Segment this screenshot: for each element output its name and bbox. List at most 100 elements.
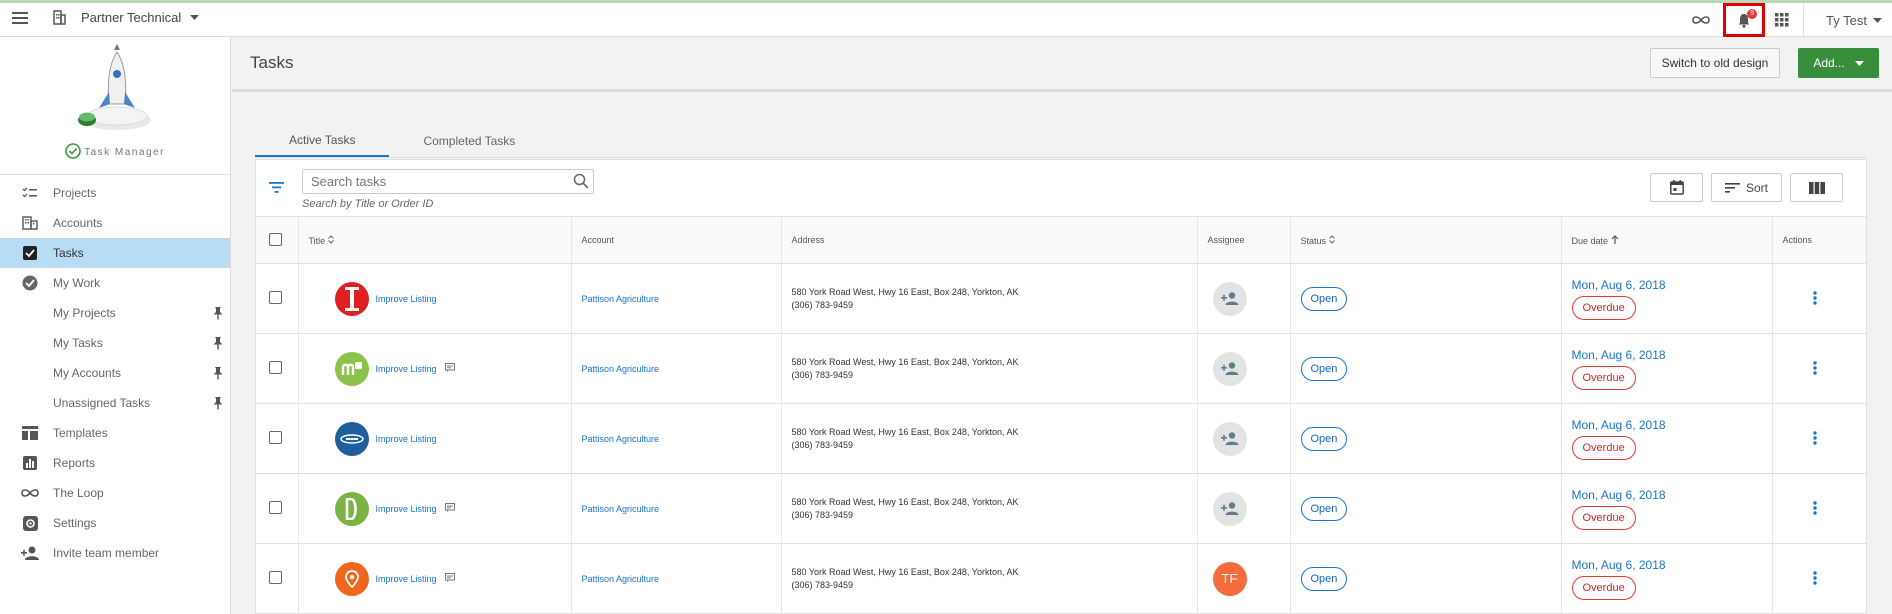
org-name[interactable]: Partner Technical bbox=[81, 10, 181, 25]
address-cell: 580 York Road West, Hwy 16 East, Box 248… bbox=[781, 473, 1198, 544]
pin-icon[interactable] bbox=[212, 396, 224, 413]
row-checkbox[interactable] bbox=[269, 431, 282, 444]
status-badge[interactable]: Open bbox=[1300, 356, 1348, 381]
note-icon[interactable] bbox=[444, 573, 455, 584]
switch-old-design-button[interactable]: Switch to old design bbox=[1650, 48, 1780, 78]
table-row[interactable]: Improve Listing Pattison Agriculture 580… bbox=[256, 543, 1866, 614]
row-checkbox[interactable] bbox=[269, 571, 282, 584]
select-all-cell bbox=[256, 216, 299, 264]
sidebar-item-accounts[interactable]: Accounts bbox=[0, 208, 230, 238]
search-icon[interactable] bbox=[573, 173, 589, 194]
phone-number: (306) 783-9459 bbox=[791, 299, 854, 310]
row-checkbox[interactable] bbox=[269, 361, 282, 374]
note-icon[interactable] bbox=[444, 503, 455, 514]
note-icon[interactable] bbox=[444, 363, 455, 374]
tab-completed-tasks[interactable]: Completed Tasks bbox=[389, 125, 549, 157]
status-badge[interactable]: Open bbox=[1300, 496, 1348, 521]
more-actions-icon[interactable] bbox=[1812, 500, 1817, 517]
due-date: Mon, Aug 6, 2018 bbox=[1571, 417, 1666, 432]
sidebar-item-label: My Projects bbox=[53, 306, 116, 320]
search-box bbox=[302, 169, 594, 194]
tab-active-tasks[interactable]: Active Tasks bbox=[255, 125, 390, 157]
sidebar-item-tasks[interactable]: Tasks bbox=[0, 238, 230, 268]
rocket-logo-icon bbox=[78, 44, 151, 130]
sidebar-item-label: My Work bbox=[53, 276, 101, 290]
sidebar-item-templates[interactable]: Templates bbox=[0, 418, 230, 448]
apps-grid-icon[interactable] bbox=[1775, 13, 1789, 27]
sidebar-item-label: My Tasks bbox=[53, 336, 103, 350]
task-title-link[interactable]: Improve Listing bbox=[376, 574, 437, 584]
address-line: 580 York Road West, Hwy 16 East, Box 248… bbox=[791, 286, 1019, 297]
task-title-link[interactable]: Improve Listing bbox=[376, 504, 437, 514]
pin-icon[interactable] bbox=[212, 366, 224, 383]
more-actions-icon[interactable] bbox=[1812, 430, 1817, 447]
sidebar-item-my-projects[interactable]: My Projects bbox=[0, 298, 230, 328]
sidebar-item-label: Settings bbox=[53, 516, 97, 530]
status-badge[interactable]: Open bbox=[1300, 566, 1348, 591]
more-actions-icon[interactable] bbox=[1812, 360, 1817, 377]
table-row[interactable]: Improve Listing Pattison Agriculture 580… bbox=[256, 333, 1866, 404]
notifications-button[interactable]: 9 bbox=[1723, 3, 1766, 37]
assignee-avatar[interactable]: TF bbox=[1212, 561, 1247, 596]
sidebar-item-the-loop[interactable]: The Loop bbox=[0, 478, 230, 508]
loop-icon[interactable] bbox=[1691, 15, 1711, 25]
status-badge[interactable]: Open bbox=[1300, 286, 1348, 311]
sidebar-item-label: Invite team member bbox=[53, 546, 160, 560]
task-title-link[interactable]: Improve Listing bbox=[376, 434, 437, 444]
settings-icon bbox=[20, 515, 40, 531]
table-row[interactable]: Improve Listing Pattison Agriculture 580… bbox=[256, 263, 1866, 334]
sidebar-item-my-accounts[interactable]: My Accounts bbox=[0, 358, 230, 388]
table-row[interactable]: Improve Listing Pattison Agriculture 580… bbox=[256, 473, 1866, 544]
row-checkbox[interactable] bbox=[269, 291, 282, 304]
overdue-badge: Overdue bbox=[1571, 365, 1636, 390]
user-menu[interactable]: Ty Test bbox=[1803, 3, 1892, 37]
title-cell: Improve Listing bbox=[298, 543, 572, 614]
account-link[interactable]: Pattison Agriculture bbox=[582, 364, 660, 374]
sidebar-item-reports[interactable]: Reports bbox=[0, 448, 230, 478]
more-actions-icon[interactable] bbox=[1812, 290, 1817, 307]
account-link[interactable]: Pattison Agriculture bbox=[582, 434, 660, 444]
business-logo-icon bbox=[334, 351, 369, 386]
status-badge[interactable]: Open bbox=[1300, 426, 1348, 451]
more-actions-icon[interactable] bbox=[1812, 570, 1817, 587]
pin-icon[interactable] bbox=[212, 306, 224, 323]
pin-icon[interactable] bbox=[212, 336, 224, 353]
search-input[interactable] bbox=[303, 170, 553, 193]
filter-icon[interactable] bbox=[269, 180, 284, 198]
task-title-link[interactable]: Improve Listing bbox=[376, 364, 437, 374]
sidebar-item-invite-team-member[interactable]: Invite team member bbox=[0, 538, 230, 568]
column-header-status[interactable]: Status bbox=[1290, 216, 1562, 264]
column-header-title[interactable]: Title bbox=[298, 216, 572, 264]
due-date: Mon, Aug 6, 2018 bbox=[1571, 347, 1666, 362]
assign-user-button[interactable] bbox=[1212, 421, 1247, 456]
address-cell: 580 York Road West, Hwy 16 East, Box 248… bbox=[781, 403, 1198, 474]
add-person-icon bbox=[1220, 432, 1238, 445]
add-button[interactable]: Add... bbox=[1798, 48, 1879, 78]
assign-user-button[interactable] bbox=[1212, 281, 1247, 316]
calendar-icon bbox=[1669, 180, 1684, 195]
status-cell: Open bbox=[1290, 333, 1562, 404]
task-title-link[interactable]: Improve Listing bbox=[376, 294, 437, 304]
loop-icon bbox=[20, 488, 40, 498]
app-logo[interactable]: Task Manager bbox=[0, 37, 230, 175]
due-date-cell: Mon, Aug 6, 2018 Overdue bbox=[1561, 543, 1773, 614]
sidebar-item-unassigned-tasks[interactable]: Unassigned Tasks bbox=[0, 388, 230, 418]
assign-user-button[interactable] bbox=[1212, 351, 1247, 386]
account-link[interactable]: Pattison Agriculture bbox=[582, 294, 660, 304]
table-row[interactable]: Improve Listing Pattison Agriculture 580… bbox=[256, 403, 1866, 474]
column-header-due-date[interactable]: Due date bbox=[1561, 216, 1773, 264]
account-link[interactable]: Pattison Agriculture bbox=[582, 574, 660, 584]
sidebar-item-my-work[interactable]: My Work bbox=[0, 268, 230, 298]
hamburger-menu-icon[interactable] bbox=[12, 11, 28, 24]
row-checkbox[interactable] bbox=[269, 501, 282, 514]
sidebar-item-projects[interactable]: Projects bbox=[0, 178, 230, 208]
columns-button[interactable] bbox=[1790, 173, 1843, 202]
org-dropdown-icon[interactable] bbox=[190, 15, 200, 20]
account-link[interactable]: Pattison Agriculture bbox=[582, 504, 660, 514]
assign-user-button[interactable] bbox=[1212, 491, 1247, 526]
sidebar-item-settings[interactable]: Settings bbox=[0, 508, 230, 538]
sidebar-item-my-tasks[interactable]: My Tasks bbox=[0, 328, 230, 358]
select-all-checkbox[interactable] bbox=[269, 232, 282, 246]
calendar-button[interactable] bbox=[1650, 173, 1703, 202]
sort-button[interactable]: Sort bbox=[1711, 173, 1782, 202]
